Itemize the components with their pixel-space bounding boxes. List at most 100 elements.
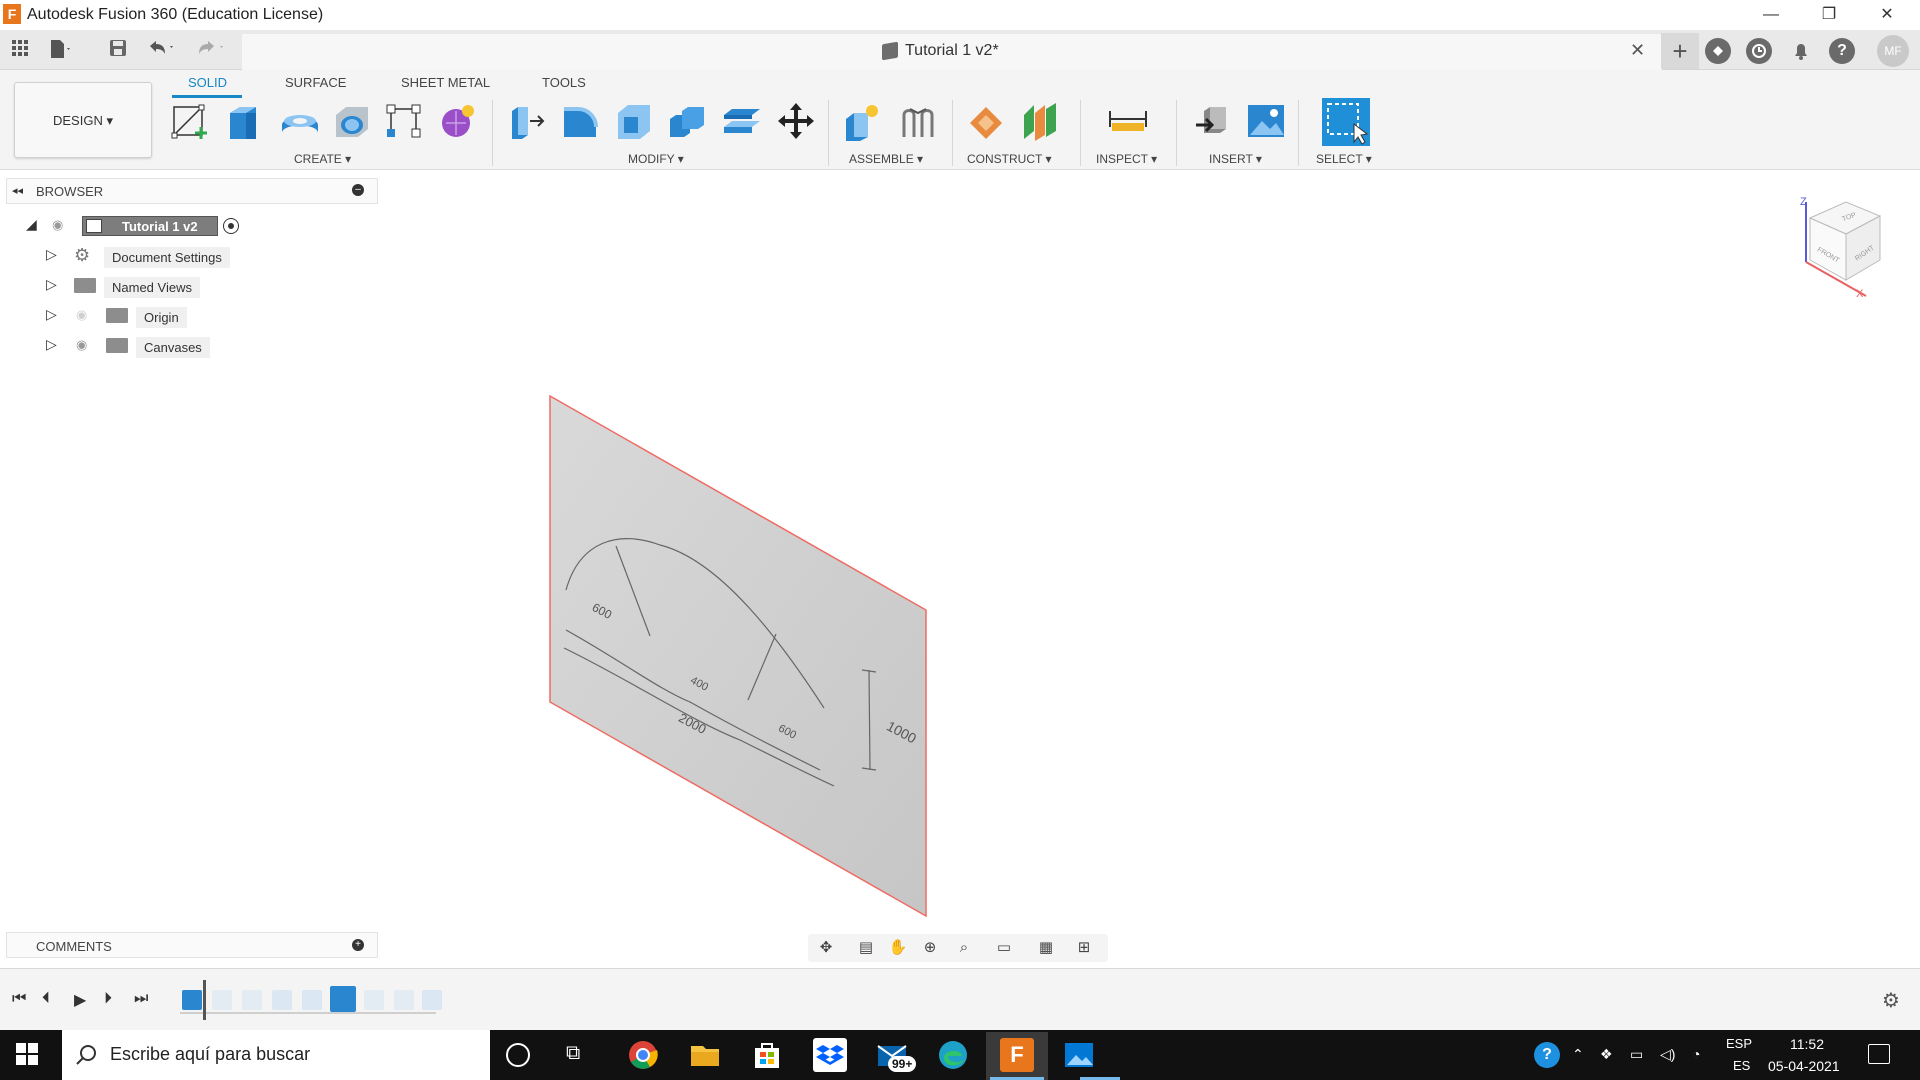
timeline-feature[interactable] <box>302 990 322 1010</box>
create-sketch-icon[interactable] <box>170 101 210 141</box>
new-component-icon[interactable] <box>842 101 882 141</box>
workspace-switcher-button[interactable]: DESIGN ▾ <box>14 82 152 158</box>
combine-icon[interactable] <box>666 101 706 141</box>
edge-icon[interactable] <box>936 1038 970 1072</box>
press-pull-icon[interactable] <box>506 101 546 141</box>
battery-icon[interactable]: ▭ <box>1630 1046 1643 1063</box>
wifi-icon[interactable]: ◔ <box>1692 1046 1700 1062</box>
inspect-group-label[interactable]: INSPECT ▾ <box>1096 152 1157 166</box>
timeline-settings-gear-icon[interactable]: ⚙ <box>1882 988 1900 1013</box>
expand-arrow-icon[interactable]: ▷ <box>46 246 57 263</box>
select-tool-icon[interactable] <box>1322 98 1370 146</box>
timeline-feature[interactable] <box>394 990 414 1010</box>
tree-item-canvases[interactable]: Canvases <box>136 337 210 358</box>
store-icon[interactable] <box>750 1038 784 1072</box>
expand-arrow-icon[interactable]: ▷ <box>46 336 57 353</box>
language-indicator[interactable]: ESP <box>1726 1036 1752 1051</box>
grid-settings-icon[interactable]: ▦ <box>1034 938 1058 958</box>
user-avatar[interactable]: MF <box>1877 35 1909 67</box>
insert-group-label[interactable]: INSERT ▾ <box>1209 152 1262 166</box>
orbit-icon[interactable]: ✥ <box>814 938 838 958</box>
assemble-group-label[interactable]: ASSEMBLE ▾ <box>849 152 923 166</box>
task-view-icon[interactable]: ⧉ <box>566 1042 580 1065</box>
add-comment-icon[interactable]: + <box>352 939 364 951</box>
browser-collapse-toggle-icon[interactable]: – <box>352 184 364 196</box>
timeline-next-icon[interactable]: ⏵ <box>104 990 112 1008</box>
tab-surface[interactable]: SURFACE <box>285 75 346 90</box>
fillet-icon[interactable] <box>560 101 600 141</box>
viewcube[interactable] <box>1796 192 1896 302</box>
offset-face-icon[interactable] <box>720 101 760 141</box>
redo-icon[interactable] <box>196 38 223 62</box>
select-group-label[interactable]: SELECT ▾ <box>1316 152 1372 166</box>
collapse-arrow-icon[interactable]: ◢ <box>26 216 37 233</box>
activate-radio-icon[interactable] <box>223 218 239 234</box>
dropbox-icon[interactable] <box>813 1038 847 1072</box>
timeline-marker[interactable] <box>203 980 206 1020</box>
help-icon[interactable]: ? <box>1829 38 1855 64</box>
hidden-eye-icon[interactable]: ◉ <box>76 307 87 323</box>
dropbox-tray-icon[interactable]: ❖ <box>1600 1046 1613 1063</box>
fit-zoom-icon[interactable]: ⌕ <box>952 938 976 958</box>
cortana-icon[interactable] <box>506 1043 530 1067</box>
collapse-browser-icon[interactable]: ◂◂ <box>12 184 23 197</box>
apps-grid-icon[interactable] <box>8 38 32 62</box>
zoom-icon[interactable]: ⊕ <box>918 938 942 958</box>
close-window-button[interactable]: ✕ <box>1860 2 1914 28</box>
insert-canvas-icon[interactable] <box>1246 101 1286 141</box>
display-settings-icon[interactable]: ▭ <box>992 938 1016 958</box>
show-hidden-icons-chevron-icon[interactable]: ⌃ <box>1572 1046 1584 1063</box>
viewport-canvas-plane[interactable] <box>540 390 940 920</box>
windows-start-icon[interactable] <box>14 1041 40 1067</box>
timeline-feature[interactable] <box>212 990 232 1010</box>
tab-tools[interactable]: TOOLS <box>542 75 586 90</box>
extensions-icon[interactable] <box>1705 38 1731 64</box>
modify-group-label[interactable]: MODIFY ▾ <box>628 152 684 166</box>
minimize-button[interactable]: — <box>1744 2 1798 28</box>
new-tab-button[interactable]: + <box>1661 33 1699 69</box>
job-status-icon[interactable] <box>1746 38 1772 64</box>
restore-button[interactable]: ❐ <box>1802 2 1856 28</box>
timeline-feature[interactable] <box>272 990 292 1010</box>
chrome-icon[interactable] <box>626 1038 660 1072</box>
clock-time[interactable]: 11:52 <box>1790 1036 1824 1052</box>
save-icon[interactable] <box>106 38 130 62</box>
insert-derive-icon[interactable] <box>1192 101 1232 141</box>
move-copy-icon[interactable] <box>776 101 816 141</box>
hole-icon[interactable] <box>332 101 372 141</box>
undo-icon[interactable] <box>146 38 173 62</box>
tree-item-document-settings[interactable]: Document Settings <box>104 247 230 268</box>
volume-icon[interactable]: ◁) <box>1660 1046 1675 1063</box>
shell-icon[interactable] <box>614 101 654 141</box>
file-icon[interactable] <box>48 38 72 62</box>
timeline-previous-icon[interactable]: ⏴ <box>42 990 50 1008</box>
timeline-first-icon[interactable]: ⏮ <box>12 990 26 1008</box>
create-group-label[interactable]: CREATE ▾ <box>294 152 351 166</box>
file-explorer-icon[interactable] <box>688 1038 722 1072</box>
visibility-eye-icon[interactable]: ◉ <box>52 217 63 233</box>
tree-item-origin[interactable]: Origin <box>136 307 187 328</box>
tree-item-named-views[interactable]: Named Views <box>104 277 200 298</box>
pattern-icon[interactable] <box>384 101 424 141</box>
extrude-icon[interactable] <box>224 101 264 141</box>
viewports-icon[interactable]: ⊞ <box>1072 938 1096 958</box>
measure-icon[interactable] <box>1108 101 1148 141</box>
create-form-icon[interactable] <box>438 101 478 141</box>
revolve-icon[interactable] <box>278 101 318 141</box>
construct-group-label[interactable]: CONSTRUCT ▾ <box>967 152 1051 166</box>
visibility-eye-icon[interactable]: ◉ <box>76 337 87 353</box>
expand-arrow-icon[interactable]: ▷ <box>46 276 57 293</box>
tab-solid[interactable]: SOLID <box>188 75 227 90</box>
tab-sheet-metal[interactable]: SHEET METAL <box>401 75 490 90</box>
timeline-last-icon[interactable]: ⏭ <box>134 990 148 1008</box>
clock-date[interactable]: 05-04-2021 <box>1768 1058 1840 1074</box>
timeline-canvas-feature[interactable] <box>182 990 202 1010</box>
timeline-feature[interactable] <box>242 990 262 1010</box>
notification-center-icon[interactable] <box>1868 1044 1890 1064</box>
look-at-icon[interactable]: ▤ <box>854 938 878 958</box>
timeline-selected-feature[interactable] <box>330 986 356 1012</box>
photos-icon[interactable] <box>1062 1038 1096 1072</box>
notifications-bell-icon[interactable] <box>1788 38 1814 64</box>
close-document-icon[interactable]: ✕ <box>1630 40 1645 61</box>
fusion-360-taskbar-icon[interactable]: F <box>1000 1038 1034 1072</box>
